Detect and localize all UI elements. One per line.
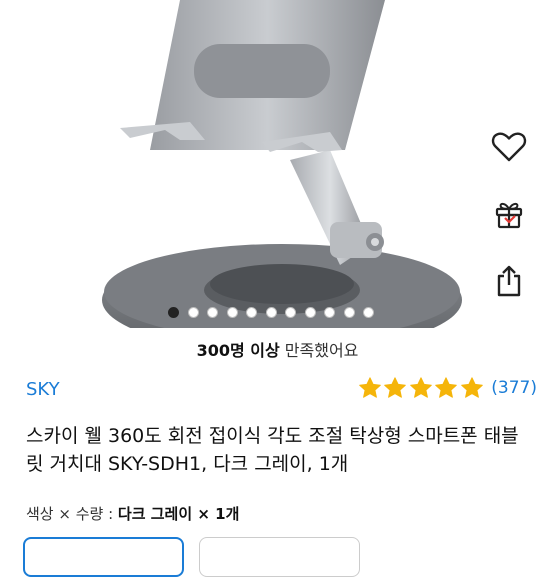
option-button-selected[interactable] bbox=[23, 537, 184, 577]
carousel-dot[interactable] bbox=[246, 307, 257, 318]
share-icon bbox=[497, 265, 521, 297]
carousel-indicator[interactable] bbox=[168, 307, 383, 318]
carousel-dot[interactable] bbox=[207, 307, 218, 318]
carousel-dot[interactable] bbox=[343, 307, 355, 318]
rating[interactable]: (377) bbox=[358, 376, 537, 400]
carousel-dot[interactable] bbox=[226, 307, 238, 318]
share-button[interactable] bbox=[482, 254, 536, 308]
gift-icon bbox=[495, 202, 523, 229]
option-button[interactable] bbox=[199, 537, 360, 577]
satisfaction-text: 300명 이상 만족했어요 bbox=[0, 337, 555, 361]
carousel-dot[interactable] bbox=[265, 307, 277, 318]
satisfaction-suffix: 만족했어요 bbox=[279, 341, 359, 360]
option-value: 다크 그레이 × 1개 bbox=[117, 505, 240, 523]
tablet-stand-image bbox=[102, 0, 462, 328]
carousel-dot[interactable] bbox=[324, 307, 335, 318]
brand-link[interactable]: SKY bbox=[26, 379, 60, 400]
star-icon bbox=[409, 377, 432, 398]
product-title: 스카이 웰 360도 회전 접이식 각도 조절 탁상형 스마트폰 태블릿 거치대… bbox=[26, 425, 519, 475]
option-summary: 색상 × 수량 : 다크 그레이 × 1개 bbox=[26, 503, 239, 524]
star-icon bbox=[460, 377, 483, 398]
carousel-dot[interactable] bbox=[285, 307, 296, 318]
rating-count: (377) bbox=[491, 378, 537, 398]
gift-button[interactable] bbox=[482, 187, 536, 241]
star-icon bbox=[384, 377, 407, 398]
rating-stars bbox=[358, 376, 486, 400]
carousel-dot[interactable] bbox=[363, 307, 374, 318]
heart-icon bbox=[491, 132, 527, 162]
carousel-dot[interactable] bbox=[187, 307, 199, 318]
star-icon bbox=[358, 377, 381, 398]
star-icon bbox=[435, 377, 458, 398]
option-label: 색상 × 수량 : bbox=[26, 505, 118, 523]
satisfaction-count: 300명 이상 bbox=[196, 341, 280, 360]
wishlist-button[interactable] bbox=[482, 120, 536, 174]
carousel-dot[interactable] bbox=[304, 307, 316, 318]
carousel-dot[interactable] bbox=[168, 307, 179, 318]
product-image[interactable] bbox=[0, 0, 475, 328]
